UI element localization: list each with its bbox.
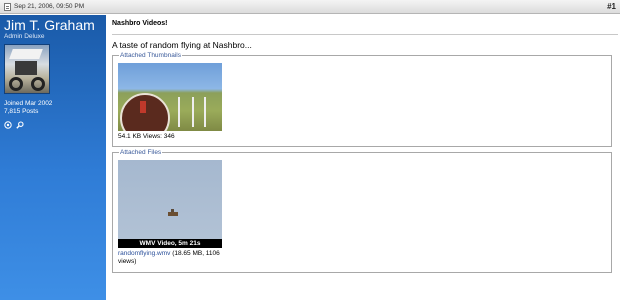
- video-duration-label: WMV Video, 5m 21s: [118, 239, 222, 248]
- username-link[interactable]: Jim T. Graham: [4, 18, 102, 33]
- post-date: Sep 21, 2006, 09:50 PM: [4, 2, 85, 11]
- thumbnail-image[interactable]: [118, 63, 222, 131]
- video-thumbnail[interactable]: WMV Video, 5m 21s: [118, 160, 222, 248]
- title-divider: [112, 34, 618, 35]
- attached-thumbnails-legend: Attached Thumbnails: [120, 52, 181, 59]
- file-download-link[interactable]: randomflying.wmv: [118, 250, 170, 257]
- attached-thumbnails-box: Attached Thumbnails 54.1 KB Views: 346: [112, 52, 612, 147]
- user-info-panel: Jim T. Graham Admin Deluxe Joined Mar 20…: [0, 15, 106, 300]
- user-rank: Admin Deluxe: [4, 33, 45, 40]
- join-date: Joined Mar 2002: [4, 100, 53, 107]
- post-count: 7,815 Posts: [4, 108, 39, 115]
- plane-image: [168, 209, 178, 216]
- post-content: Nashbro Videos! A taste of random flying…: [112, 15, 618, 300]
- attached-files-legend: Attached Files: [120, 149, 162, 156]
- post-icon: [4, 2, 11, 11]
- post-date-text: Sep 21, 2006, 09:50 PM: [14, 3, 85, 10]
- thumbnail-caption: 54.1 KB Views: 346: [118, 133, 175, 140]
- post-title: Nashbro Videos!: [112, 20, 168, 27]
- attached-files-box: Attached Files WMV Video, 5m 21s randomf…: [112, 149, 612, 273]
- status-icon[interactable]: [4, 121, 12, 129]
- search-icon[interactable]: [16, 121, 24, 129]
- post-header-bar: Sep 21, 2006, 09:50 PM #1: [0, 0, 620, 14]
- post-number-link[interactable]: #1: [607, 2, 616, 11]
- avatar[interactable]: [4, 44, 50, 94]
- post-message: A taste of random flying at Nashbro...: [112, 40, 252, 50]
